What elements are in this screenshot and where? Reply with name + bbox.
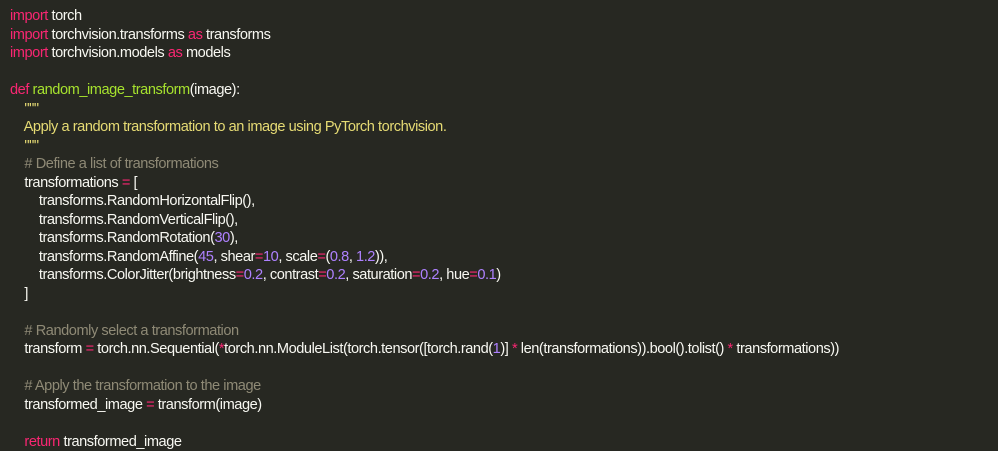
code-token-kw: def [10,82,29,98]
code-line[interactable]: transforms.ColorJitter(brightness=0.2, c… [10,266,998,285]
code-token-plain: , hue [439,267,469,283]
code-line[interactable]: transforms.RandomHorizontalFlip(), [10,192,998,211]
code-token-kw: import [10,27,48,43]
code-token-kw: as [188,27,203,43]
code-token-cmt: # Randomly select a transformation [10,323,239,339]
code-line[interactable] [10,63,998,82]
code-token-op: = [255,249,263,265]
code-token-str: Apply a random transformation to an imag… [10,119,446,135]
code-line[interactable]: transformations = [ [10,174,998,193]
code-token-cmt: # Define a list of transformations [10,156,218,172]
code-token-op: = [236,267,244,283]
code-token-op: = [412,267,420,283]
code-token-num: 0.2 [244,267,263,283]
code-line[interactable]: import torchvision.models as models [10,44,998,63]
code-token-kw: return [24,434,59,450]
code-token-op: = [122,175,130,191]
code-token-plain: transforms.RandomHorizontalFlip(), [10,193,255,209]
code-token-plain: transforms.RandomAffine( [10,249,198,265]
code-token-num: 0.8 [330,249,349,265]
code-token-op: = [86,341,94,357]
code-token-plain: transforms.RandomRotation( [10,230,215,246]
code-line[interactable] [10,414,998,433]
code-line[interactable]: # Apply the transformation to the image [10,377,998,396]
code-token-plain: torch [48,8,82,24]
code-line[interactable]: transform = torch.nn.Sequential(*torch.n… [10,340,998,359]
code-line[interactable]: transforms.RandomAffine(45, shear=10, sc… [10,248,998,267]
code-token-kw: as [168,45,183,61]
code-token-plain: transform(image) [154,397,262,413]
code-token-plain: len(transformations)).bool().tolist() [517,341,727,357]
code-token-op: = [146,397,154,413]
code-token-kw: import [10,45,48,61]
code-line[interactable]: """ [10,100,998,119]
code-line[interactable]: def random_image_transform(image): [10,81,998,100]
code-token-cmt: # Apply the transformation to the image [10,378,261,394]
code-token-plain: )), [375,249,387,265]
code-token-plain: )] [500,341,512,357]
code-token-plain: transformed_image [60,434,182,450]
code-line[interactable]: import torch [10,7,998,26]
code-token-plain: ] [10,286,28,302]
code-token-plain: , shear [213,249,254,265]
code-token-str: """ [10,138,39,154]
code-token-plain: torchvision.models [48,45,168,61]
code-line[interactable]: transforms.RandomRotation(30), [10,229,998,248]
code-line[interactable]: Apply a random transformation to an imag… [10,118,998,137]
code-token-plain: , [349,249,356,265]
code-token-fn: random_image_transform [33,82,190,98]
code-token-kw: import [10,8,48,24]
code-token-plain: ) [496,267,500,283]
code-token-num: 0.1 [477,267,496,283]
code-token-plain: torchvision.transforms [48,27,188,43]
code-line[interactable]: import torchvision.transforms as transfo… [10,26,998,45]
code-line[interactable]: transforms.RandomVerticalFlip(), [10,211,998,230]
code-token-plain: transforms.ColorJitter(brightness [10,267,236,283]
code-token-num: 30 [215,230,230,246]
code-editor[interactable]: import torchimport torchvision.transform… [0,0,998,404]
code-token-plain: , contrast [263,267,319,283]
code-token-plain [10,434,24,450]
code-line[interactable]: # Define a list of transformations [10,155,998,174]
code-line[interactable]: transformed_image = transform(image) [10,396,998,415]
code-line[interactable]: ] [10,285,998,304]
code-token-plain: , scale [278,249,317,265]
code-token-plain: models [182,45,230,61]
code-token-num: 0.2 [420,267,439,283]
code-token-plain: transformations)) [733,341,839,357]
code-token-plain: transformations [10,175,122,191]
code-token-plain: [ [130,175,137,191]
code-token-plain: transformed_image [10,397,146,413]
code-token-num: 45 [198,249,213,265]
code-line[interactable] [10,303,998,322]
code-line[interactable]: return transformed_image [10,433,998,451]
code-token-plain: transforms.RandomVerticalFlip(), [10,212,238,228]
code-token-num: 1.2 [356,249,375,265]
code-token-plain: transforms [202,27,270,43]
code-line[interactable]: # Randomly select a transformation [10,322,998,341]
code-token-num: 10 [263,249,278,265]
code-token-plain: , saturation [345,267,412,283]
code-token-plain: torch.nn.Sequential( [94,341,219,357]
code-line[interactable]: """ [10,137,998,156]
code-token-plain: transform [10,341,86,357]
code-token-plain: torch.nn.ModuleList(torch.tensor([torch.… [224,341,493,357]
code-token-str: """ [10,101,39,117]
code-token-plain: ), [230,230,238,246]
code-token-num: 0.2 [326,267,345,283]
code-line[interactable] [10,359,998,378]
code-token-plain: (image): [190,82,240,98]
